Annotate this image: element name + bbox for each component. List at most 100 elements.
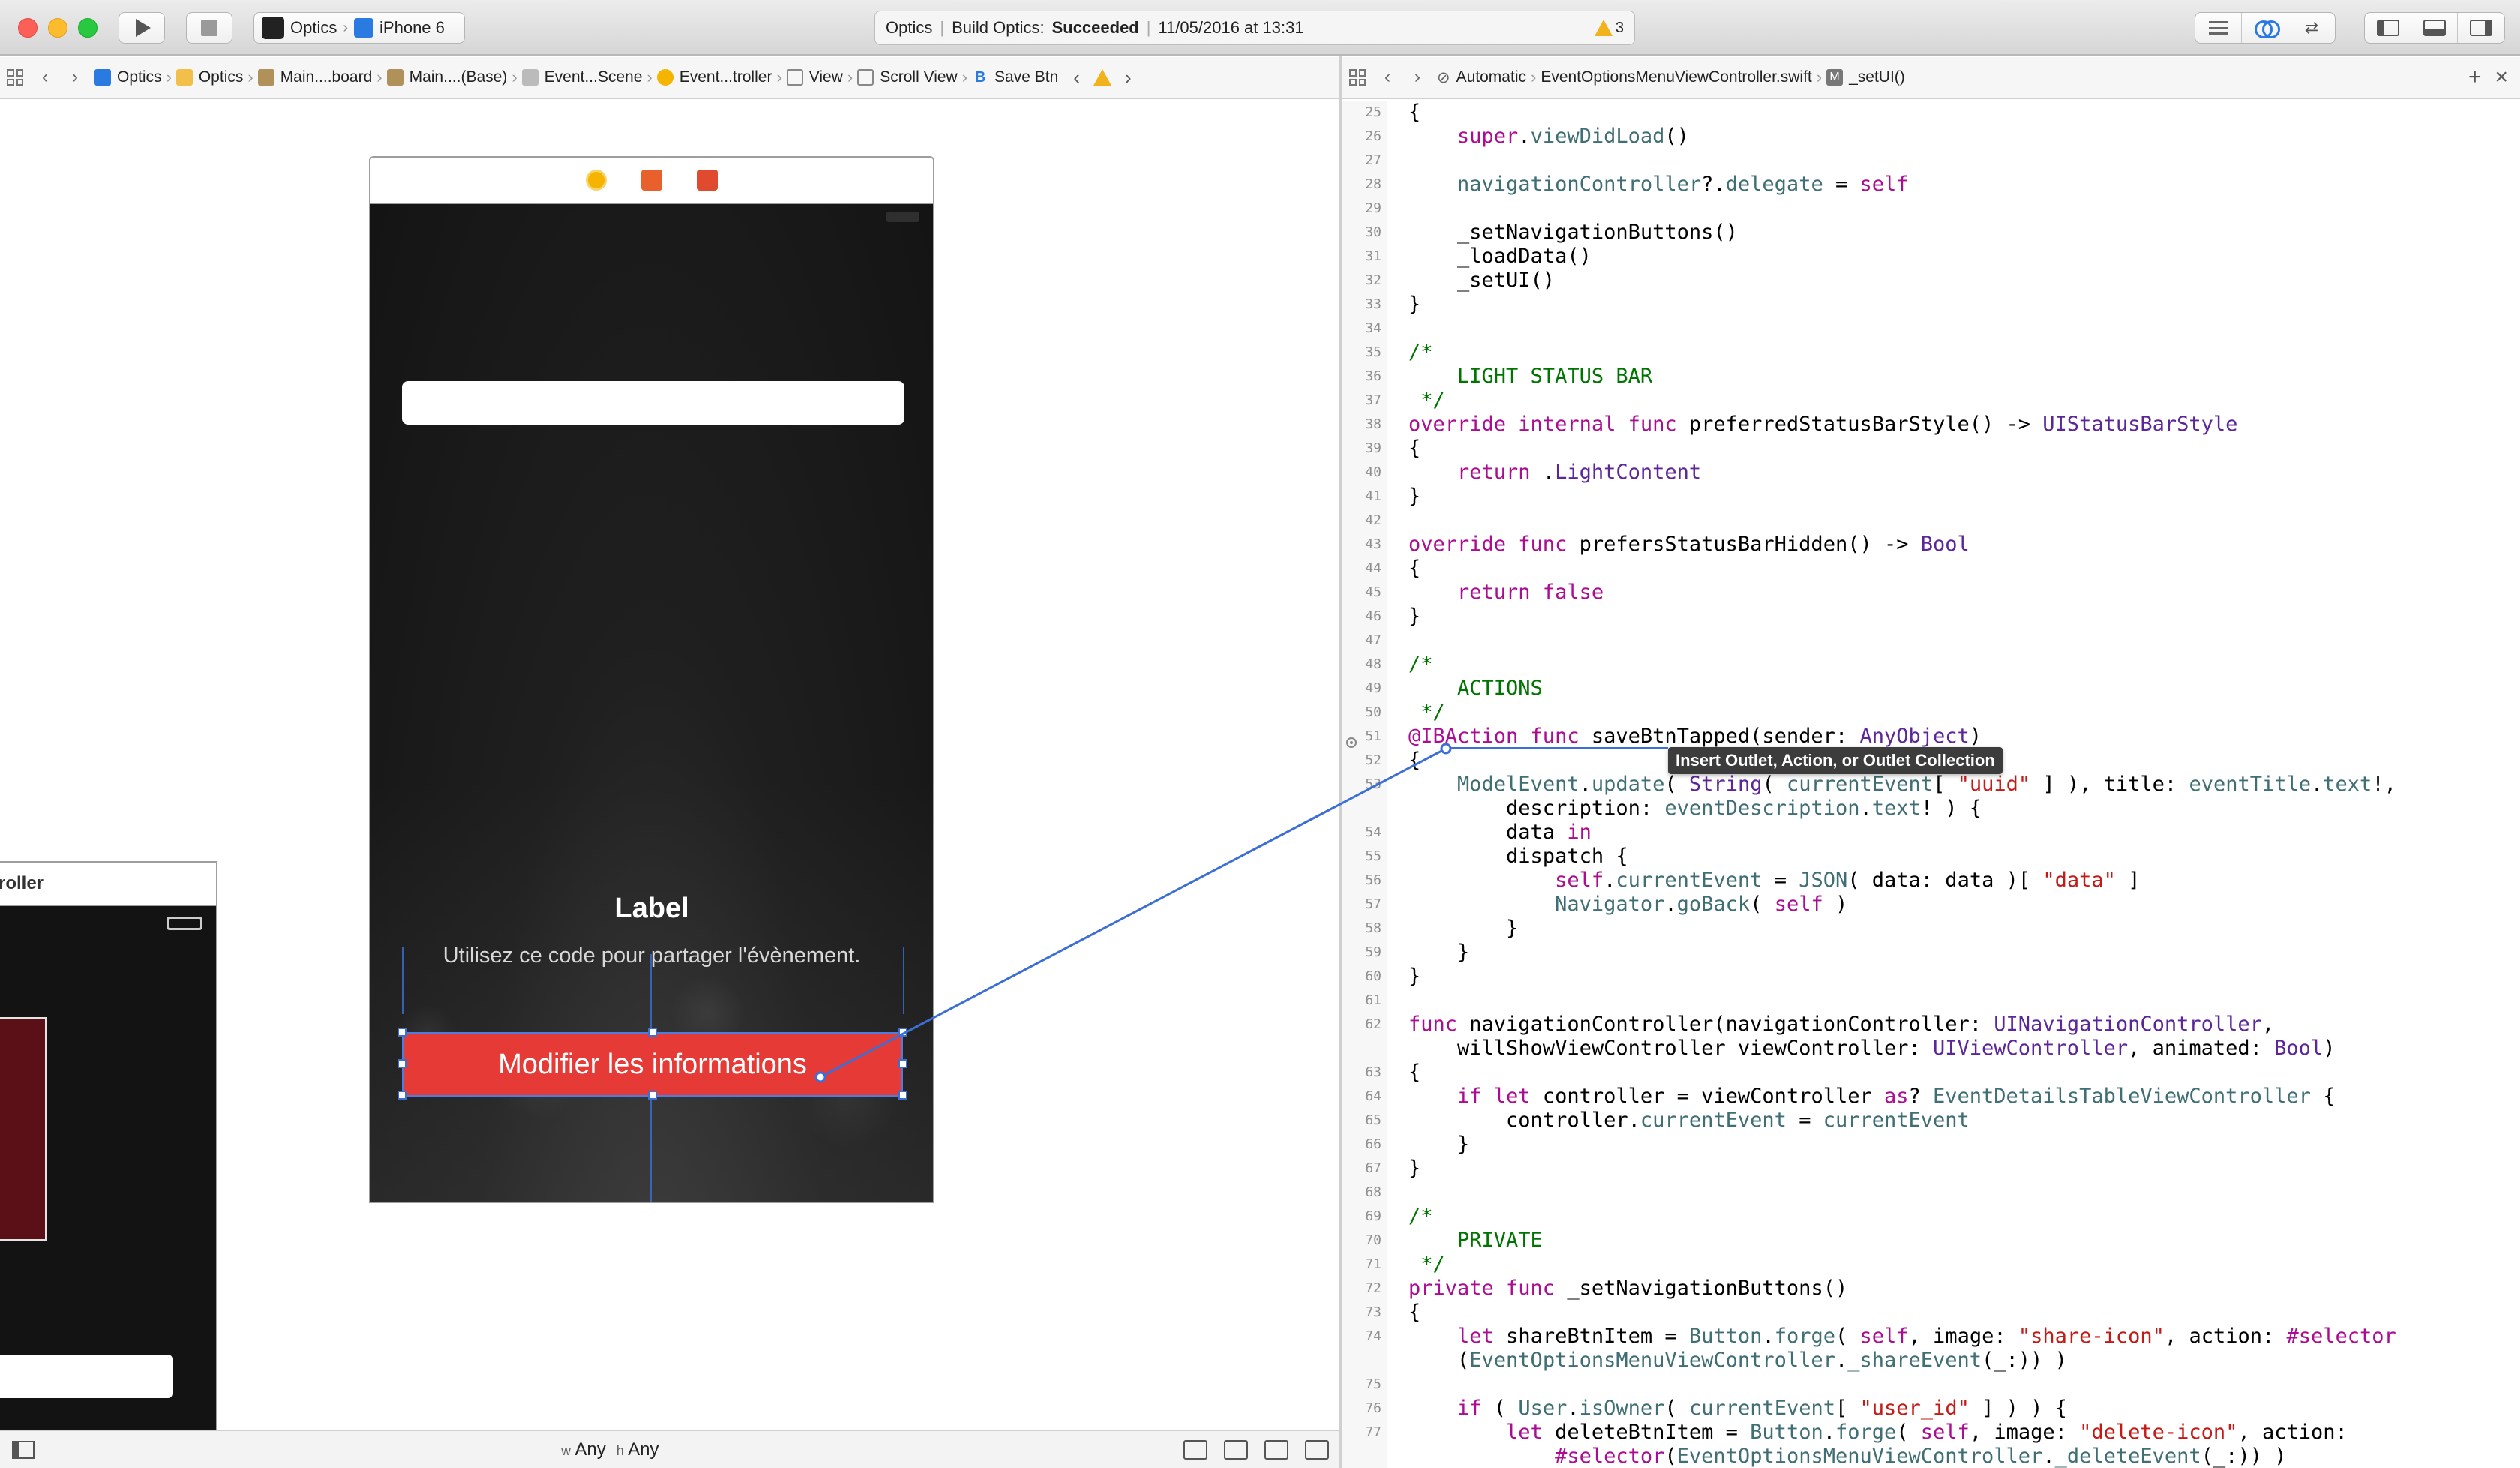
code-line[interactable]: 62 func navigationController(navigationCo… (1342, 1013, 2520, 1037)
resize-handle[interactable] (398, 1028, 406, 1037)
document-outline-toggle-icon[interactable] (12, 1440, 34, 1459)
resize-handle[interactable] (398, 1059, 406, 1068)
align-icon[interactable] (1224, 1439, 1248, 1460)
code-line[interactable]: 27 (1342, 149, 2520, 173)
related-items-button[interactable] (1342, 69, 1372, 86)
code-line[interactable]: 71 */ (1342, 1253, 2520, 1277)
code-line[interactable]: 56 self.currentEvent = JSON( data: data … (1342, 869, 2520, 893)
code-line[interactable]: 77 let deleteBtnItem = Button.forge( sel… (1342, 1421, 2520, 1445)
exit-icon[interactable] (697, 170, 718, 191)
breadcrumb-item[interactable]: Main....(Base) (382, 68, 512, 86)
code-line[interactable]: 55 dispatch { (1342, 845, 2520, 869)
code-line[interactable]: willShowViewController viewController: U… (1342, 1037, 2520, 1061)
code-line[interactable]: 68 (1342, 1181, 2520, 1205)
back-button[interactable]: ‹ (1372, 67, 1402, 88)
resize-handle[interactable] (648, 1091, 657, 1100)
event-label[interactable]: Label (370, 893, 933, 925)
code-line[interactable]: 37 */ (1342, 389, 2520, 413)
first-responder-icon[interactable] (641, 170, 662, 191)
code-line[interactable]: 29 (1342, 197, 2520, 221)
text-field[interactable] (0, 1355, 172, 1398)
forward-button[interactable]: › (1402, 67, 1432, 88)
event-description-label[interactable]: Utilisez ce code pour partager l'évèneme… (370, 944, 933, 968)
related-items-button[interactable] (0, 69, 30, 86)
warnings-indicator[interactable]: 3 (1594, 20, 1624, 37)
save-button[interactable]: Modifier les informations (402, 1032, 903, 1097)
toggle-utilities-button[interactable] (2458, 13, 2504, 43)
breadcrumb-item[interactable]: View (782, 68, 848, 86)
secondary-scene[interactable] (0, 906, 218, 1431)
close-window-button[interactable] (18, 18, 38, 38)
code-line[interactable]: 57 Navigator.goBack( self ) (1342, 893, 2520, 917)
back-button[interactable]: ‹ (30, 67, 60, 88)
code-line[interactable]: 61 (1342, 989, 2520, 1013)
code-line[interactable]: 31 _loadData() (1342, 245, 2520, 269)
breadcrumb-file[interactable]: EventOptionsMenuViewController.swift (1536, 68, 1816, 86)
code-line[interactable]: 63 { (1342, 1061, 2520, 1085)
code-line[interactable]: 39 { (1342, 437, 2520, 461)
code-line[interactable]: 43 override func prefersStatusBarHidden()… (1342, 533, 2520, 557)
minimize-window-button[interactable] (48, 18, 68, 38)
view-controller-scene[interactable]: Label Utilisez ce code pour partager l'é… (369, 203, 934, 1203)
connection-well-icon[interactable] (1346, 737, 1357, 748)
resolve-autolayout-icon[interactable] (1305, 1439, 1329, 1460)
code-line[interactable]: 53 ModelEvent.update( String( currentEve… (1342, 773, 2520, 797)
stop-button[interactable] (186, 12, 232, 44)
assistant-mode-selector[interactable]: ⊘ Automatic (1432, 68, 1531, 87)
standard-editor-button[interactable] (2195, 13, 2242, 43)
code-line[interactable]: 69 /* (1342, 1205, 2520, 1229)
code-editor[interactable]: 25 {26 super.viewDidLoad() 27 28 navigation… (1342, 101, 2520, 1468)
resize-handle[interactable] (648, 1028, 657, 1037)
code-line[interactable]: 74 let shareBtnItem = Button.forge( self… (1342, 1325, 2520, 1349)
breadcrumb-item[interactable]: Optics (90, 68, 166, 86)
size-class-selector[interactable]: w Any h Any (561, 1439, 658, 1460)
next-issue-button[interactable]: › (1125, 66, 1132, 89)
code-line[interactable]: 76 if ( User.isOwner( currentEvent[ "use… (1342, 1397, 2520, 1421)
code-line[interactable]: 72 private func _setNavigationButtons() (1342, 1277, 2520, 1301)
resize-handle[interactable] (898, 1028, 908, 1037)
breadcrumb-item[interactable]: Scroll View (853, 68, 962, 86)
resize-handle[interactable] (898, 1091, 908, 1100)
code-line[interactable]: 38 override internal func preferredStatus… (1342, 413, 2520, 437)
breadcrumb-item[interactable]: Event...troller (652, 68, 777, 86)
code-line[interactable]: 75 (1342, 1373, 2520, 1397)
code-line[interactable]: 67} (1342, 1157, 2520, 1181)
code-line[interactable]: 46} (1342, 605, 2520, 629)
code-line[interactable]: 30 _setNavigationButtons() (1342, 221, 2520, 245)
scheme-selector[interactable]: Optics › iPhone 6 (254, 12, 465, 44)
code-line[interactable]: 44 { (1342, 557, 2520, 581)
code-line[interactable]: 48 /* (1342, 653, 2520, 677)
image-view[interactable] (0, 1017, 46, 1241)
code-line[interactable]: 33} (1342, 293, 2520, 317)
code-line[interactable]: 28 navigationController?.delegate = self (1342, 173, 2520, 197)
resize-handle[interactable] (398, 1091, 406, 1100)
assistant-editor-button[interactable] (2242, 13, 2288, 43)
breadcrumb-item[interactable]: B Save Btn (968, 68, 1063, 86)
code-line[interactable]: #selector(EventOptionsMenuViewController… (1342, 1445, 2520, 1468)
code-line[interactable]: 35 /* (1342, 341, 2520, 365)
code-line[interactable]: 58 } (1342, 917, 2520, 941)
code-line[interactable]: 47 (1342, 629, 2520, 653)
code-line[interactable]: 66 } (1342, 1133, 2520, 1157)
code-line[interactable]: 36 LIGHT STATUS BAR (1342, 365, 2520, 389)
forward-button[interactable]: › (60, 67, 90, 88)
code-line[interactable]: 40 return .LightContent (1342, 461, 2520, 485)
code-line[interactable]: 70 PRIVATE (1342, 1229, 2520, 1253)
code-line[interactable]: 65 controller.currentEvent = currentEven… (1342, 1109, 2520, 1133)
toggle-navigator-button[interactable] (2365, 13, 2411, 43)
previous-issue-button[interactable]: ‹ (1073, 66, 1080, 89)
close-editor-button[interactable]: × (2494, 65, 2508, 90)
breadcrumb-item[interactable]: Optics (172, 68, 248, 86)
code-line[interactable]: 34 (1342, 317, 2520, 341)
code-line[interactable]: 26 super.viewDidLoad() (1342, 125, 2520, 149)
code-line[interactable]: 41} (1342, 485, 2520, 509)
code-line[interactable]: 54 data in (1342, 821, 2520, 845)
code-line[interactable]: (EventOptionsMenuViewController._shareEv… (1342, 1349, 2520, 1373)
breadcrumb-item[interactable]: Event...Scene (518, 68, 647, 86)
add-editor-button[interactable]: + (2468, 65, 2482, 90)
code-line[interactable]: 49 ACTIONS (1342, 677, 2520, 701)
resize-handle[interactable] (898, 1059, 908, 1068)
code-line[interactable]: 45 return false (1342, 581, 2520, 605)
toggle-debug-area-button[interactable] (2411, 13, 2458, 43)
code-line[interactable]: 25 { (1342, 101, 2520, 125)
